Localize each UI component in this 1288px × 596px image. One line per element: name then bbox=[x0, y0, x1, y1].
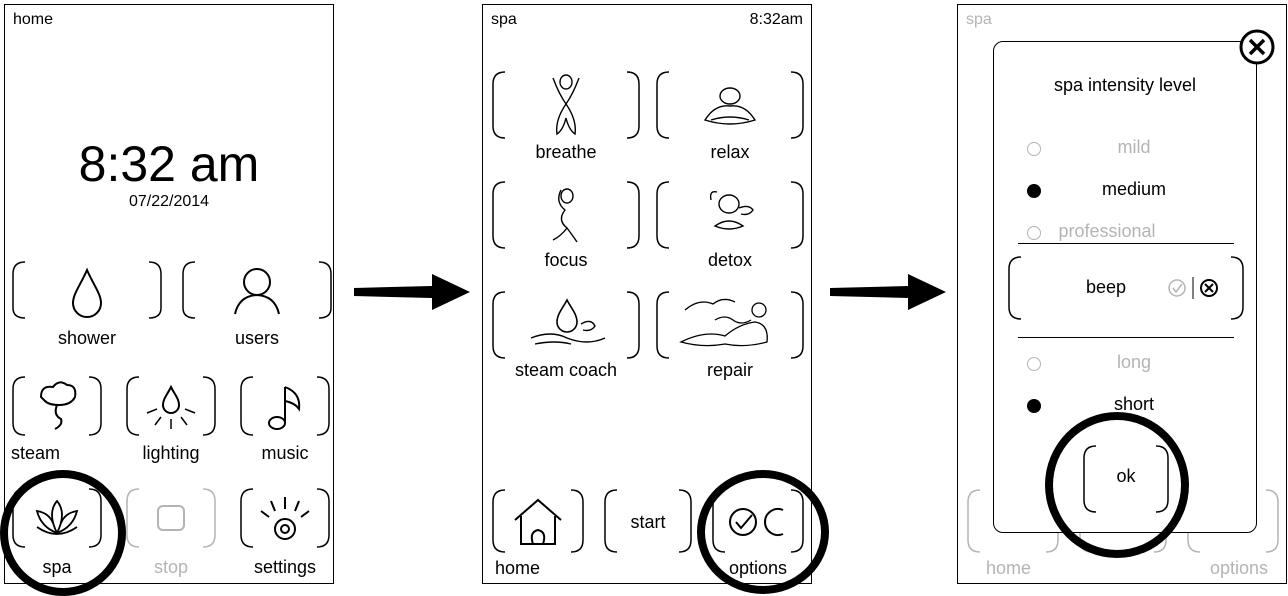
arrow-right-icon bbox=[354, 274, 470, 310]
options-button[interactable]: options bbox=[711, 488, 805, 580]
divider bbox=[1018, 337, 1234, 338]
clock-time: 8:32 am bbox=[78, 136, 260, 192]
divider bbox=[1018, 243, 1234, 244]
start-label: start bbox=[630, 512, 666, 532]
detox-label: detox bbox=[707, 250, 753, 270]
option-label: short bbox=[1113, 394, 1155, 414]
option-short[interactable]: short bbox=[994, 394, 1256, 420]
spa-button[interactable]: spa bbox=[11, 487, 103, 579]
shower-label: shower bbox=[57, 328, 117, 348]
dialog-title: spa intensity level bbox=[1053, 75, 1197, 95]
steam-coach-button[interactable]: steam coach bbox=[491, 290, 641, 385]
clock-date: 07/22/2014 bbox=[128, 193, 210, 210]
spa-label: spa bbox=[42, 557, 72, 577]
options-label: options bbox=[1209, 558, 1268, 578]
steam-coach-icon bbox=[530, 298, 606, 345]
relax-label: relax bbox=[710, 142, 750, 162]
radio-unselected-icon[interactable] bbox=[1027, 142, 1041, 156]
music-button[interactable]: music bbox=[239, 375, 331, 465]
user-icon bbox=[234, 268, 280, 315]
steam-label: steam bbox=[11, 443, 61, 463]
clock-time: 8:32am bbox=[749, 11, 803, 28]
steam-icon bbox=[39, 381, 77, 430]
radio-unselected-icon[interactable] bbox=[1027, 357, 1041, 371]
radio-selected-icon[interactable] bbox=[1027, 399, 1041, 413]
start-button[interactable]: start bbox=[603, 488, 693, 558]
spa-screen: spa 8:32am breathe relax focus detox ste… bbox=[482, 4, 812, 584]
option-label: long bbox=[1116, 352, 1152, 372]
light-bulb-icon bbox=[146, 384, 196, 429]
home-label: home bbox=[495, 558, 541, 578]
focus-figure-icon bbox=[552, 188, 578, 243]
lighting-label: lighting bbox=[142, 443, 200, 463]
focus-button[interactable]: focus bbox=[491, 180, 641, 275]
steam-coach-label: steam coach bbox=[514, 360, 618, 380]
options-label: options bbox=[728, 558, 788, 578]
settings-button[interactable]: settings bbox=[239, 487, 331, 579]
option-medium[interactable]: medium bbox=[994, 179, 1256, 205]
option-label: professional bbox=[1058, 221, 1156, 241]
repair-figure-icon bbox=[679, 298, 768, 347]
repair-label: repair bbox=[706, 360, 754, 380]
beep-on-off-icon bbox=[1168, 277, 1218, 299]
breathe-figure-icon bbox=[552, 74, 580, 136]
screen-title: spa bbox=[491, 11, 517, 28]
water-drop-icon bbox=[71, 267, 103, 318]
arrow-right-icon bbox=[830, 274, 946, 310]
stop-icon bbox=[157, 505, 185, 531]
check-options-icon bbox=[729, 508, 784, 536]
breathe-label: breathe bbox=[535, 142, 597, 162]
focus-label: focus bbox=[544, 250, 588, 270]
repair-button[interactable]: repair bbox=[655, 290, 805, 385]
relax-button[interactable]: relax bbox=[655, 70, 805, 165]
option-label: mild bbox=[1117, 137, 1151, 157]
breathe-button[interactable]: breathe bbox=[491, 70, 641, 165]
stop-label: stop bbox=[153, 557, 189, 577]
users-button[interactable]: users bbox=[181, 260, 333, 355]
ok-label: ok bbox=[1116, 466, 1136, 486]
settings-icon bbox=[260, 497, 310, 540]
music-note-icon bbox=[268, 386, 301, 430]
screen-title: spa bbox=[966, 11, 992, 28]
detox-button[interactable]: detox bbox=[655, 180, 805, 275]
ok-button[interactable]: ok bbox=[1082, 444, 1170, 514]
music-label: music bbox=[261, 443, 309, 463]
detox-figure-icon bbox=[709, 190, 754, 230]
home-label: home bbox=[986, 558, 1032, 578]
beep-toggle[interactable]: beep bbox=[1007, 255, 1245, 321]
close-icon[interactable] bbox=[1237, 27, 1277, 67]
users-label: users bbox=[234, 328, 279, 348]
settings-label: settings bbox=[253, 557, 317, 577]
radio-unselected-icon[interactable] bbox=[1027, 226, 1041, 240]
stop-button[interactable]: stop bbox=[125, 487, 217, 579]
home-screen: home 8:32 am 07/22/2014 shower users ste… bbox=[4, 4, 334, 584]
option-label: medium bbox=[1101, 179, 1167, 199]
lighting-button[interactable]: lighting bbox=[125, 375, 217, 465]
lotus-icon bbox=[35, 499, 79, 536]
relax-figure-icon bbox=[703, 87, 757, 125]
intensity-dialog: spa intensity level mild medium professi… bbox=[993, 41, 1257, 533]
option-long[interactable]: long bbox=[994, 352, 1256, 378]
radio-selected-icon[interactable] bbox=[1027, 184, 1041, 198]
home-button[interactable]: home bbox=[491, 488, 585, 580]
home-icon bbox=[514, 498, 562, 545]
screen-title: home bbox=[13, 11, 54, 28]
shower-button[interactable]: shower bbox=[11, 260, 163, 355]
steam-button[interactable]: steam bbox=[11, 375, 103, 465]
option-mild[interactable]: mild bbox=[994, 137, 1256, 163]
